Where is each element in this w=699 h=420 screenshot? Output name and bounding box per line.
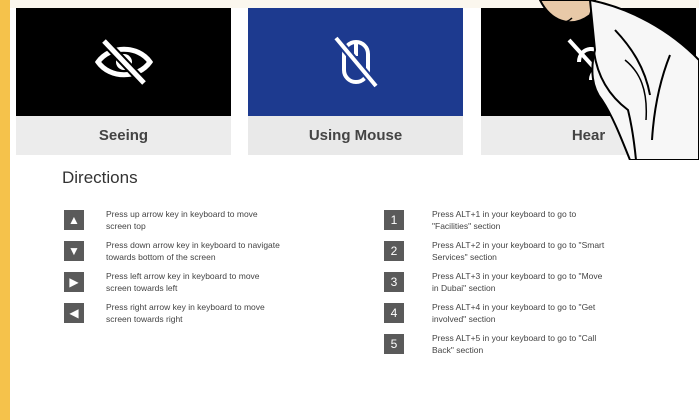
shortcut-key-2: 2 bbox=[384, 241, 404, 261]
card-using-mouse[interactable]: Using Mouse bbox=[248, 8, 463, 155]
shortcut-key-4: 4 bbox=[384, 303, 404, 323]
down-arrow-icon: ▼ bbox=[64, 241, 84, 261]
directions-title: Directions bbox=[62, 168, 138, 187]
mouse-slash-icon bbox=[332, 35, 379, 89]
person-illustration bbox=[538, 0, 699, 160]
arrow-keys-list: ▲ Press up arrow key in keyboard to move… bbox=[62, 208, 362, 332]
list-item: ▶ Press left arrow key in keyboard to mo… bbox=[62, 270, 362, 298]
up-arrow-icon: ▲ bbox=[64, 210, 84, 230]
list-item: ◀ Press right arrow key in keyboard to m… bbox=[62, 301, 362, 329]
list-item: ▼ Press down arrow key in keyboard to na… bbox=[62, 239, 362, 267]
shortcut-text: Press ALT+1 in your keyboard to go to "Fa… bbox=[432, 209, 577, 231]
eye-slash-icon bbox=[94, 37, 153, 87]
direction-text: Press down arrow key in keyboard to navi… bbox=[106, 240, 280, 262]
list-item: 5 Press ALT+5 in your keyboard to go to … bbox=[382, 332, 692, 360]
card-using-mouse-tile[interactable] bbox=[248, 8, 463, 116]
direction-text: Press left arrow key in keyboard to move… bbox=[106, 271, 260, 293]
list-item: 3 Press ALT+3 in your keyboard to go to … bbox=[382, 270, 692, 298]
card-seeing-tile[interactable] bbox=[16, 8, 231, 116]
shortcut-text: Press ALT+5 in your keyboard to go to "C… bbox=[432, 333, 597, 355]
left-arrow-icon: ◀ bbox=[64, 303, 84, 323]
card-seeing[interactable]: Seeing bbox=[16, 8, 231, 155]
shortcut-key-3: 3 bbox=[384, 272, 404, 292]
shortcut-key-1: 1 bbox=[384, 210, 404, 230]
right-arrow-icon: ▶ bbox=[64, 272, 84, 292]
card-seeing-label: Seeing bbox=[16, 116, 231, 155]
list-item: 4 Press ALT+4 in your keyboard to go to … bbox=[382, 301, 692, 329]
shortcut-text: Press ALT+4 in your keyboard to go to "G… bbox=[432, 302, 596, 324]
card-using-mouse-label: Using Mouse bbox=[248, 116, 463, 155]
list-item: 2 Press ALT+2 in your keyboard to go to … bbox=[382, 239, 692, 267]
left-accent-bar bbox=[0, 0, 10, 420]
list-item: 1 Press ALT+1 in your keyboard to go to "… bbox=[382, 208, 692, 236]
direction-text: Press up arrow key in keyboard to move sc… bbox=[106, 209, 258, 231]
shortcut-key-5: 5 bbox=[384, 334, 404, 354]
shortcut-text: Press ALT+3 in your keyboard to go to "M… bbox=[432, 271, 603, 293]
shortcut-text: Press ALT+2 in your keyboard to go to "S… bbox=[432, 240, 605, 262]
shortcut-keys-list: 1 Press ALT+1 in your keyboard to go to "… bbox=[382, 208, 692, 363]
list-item: ▲ Press up arrow key in keyboard to move… bbox=[62, 208, 362, 236]
direction-text: Press right arrow key in keyboard to mov… bbox=[106, 302, 265, 324]
